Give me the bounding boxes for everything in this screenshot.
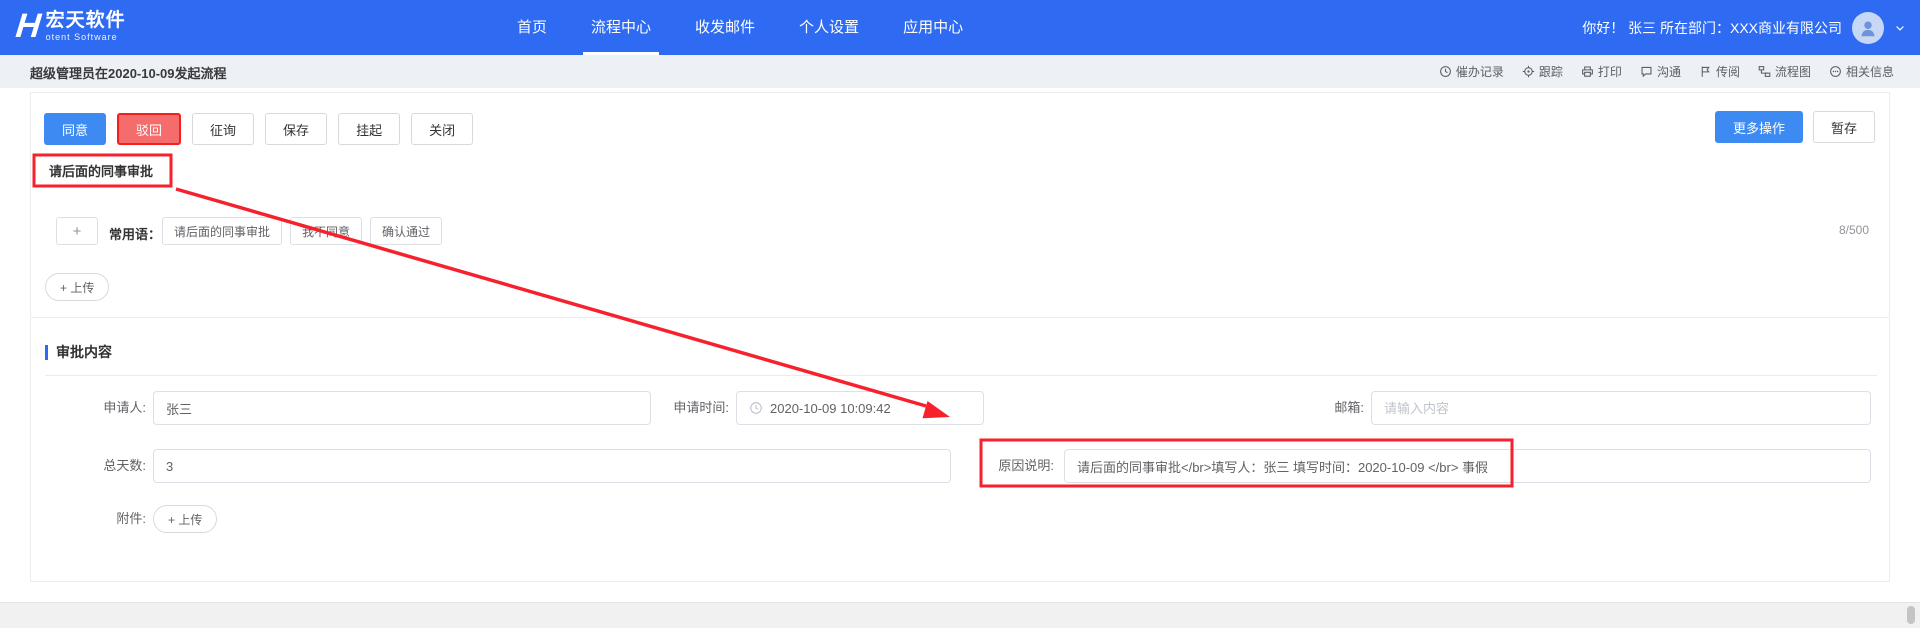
brand-subtitle: otent Software: [46, 32, 126, 42]
top-nav: H 宏天软件 otent Software 首页 流程中心 收发邮件 个人设置 …: [0, 0, 1920, 55]
reason-label: 原因说明:: [956, 449, 1054, 483]
save-button[interactable]: 保存: [265, 113, 327, 145]
section-accent-bar: [45, 345, 48, 360]
scrollbar-thumb[interactable]: [1907, 606, 1915, 624]
section-header: 审批内容: [45, 342, 112, 362]
total-days-field[interactable]: [153, 449, 951, 483]
phrase-chip[interactable]: 请后面的同事审批: [162, 217, 282, 245]
section-title: 审批内容: [56, 342, 112, 362]
action-reminder-record[interactable]: 催办记录: [1439, 63, 1504, 80]
approval-card: 同意 驳回 征询 保存 挂起 关闭 更多操作 暂存 请后面的同事审批 + 常用语…: [30, 92, 1890, 582]
attachment-label: 附件:: [61, 502, 146, 536]
clock-icon: [749, 401, 763, 415]
action-related-info[interactable]: 相关信息: [1829, 63, 1894, 80]
char-counter: 8/500: [1839, 223, 1869, 237]
reason-field[interactable]: [1064, 449, 1871, 483]
nav-item-app-center[interactable]: 应用中心: [881, 0, 985, 55]
section-divider: [45, 375, 1877, 376]
flag-icon: [1699, 65, 1712, 78]
nav-item-home[interactable]: 首页: [495, 0, 569, 55]
agree-button[interactable]: 同意: [44, 113, 106, 145]
consult-button[interactable]: 征询: [192, 113, 254, 145]
brand-name: 宏天软件: [46, 10, 126, 32]
chevron-down-icon[interactable]: [1894, 22, 1906, 34]
email-label: 邮箱:: [1271, 391, 1364, 425]
user-greeting: 你好！ 张三 所在部门：XXX商业有限公司: [1582, 18, 1842, 38]
brand-logo[interactable]: H 宏天软件 otent Software: [16, 6, 126, 46]
common-phrases-label: 常用语：: [109, 224, 161, 243]
more-actions-button[interactable]: 更多操作: [1715, 111, 1803, 143]
applicant-field[interactable]: [153, 391, 651, 425]
printer-icon: [1581, 65, 1594, 78]
flowchart-icon: [1758, 65, 1771, 78]
action-track[interactable]: 跟踪: [1522, 63, 1563, 80]
clock-icon: [1439, 65, 1452, 78]
reject-button[interactable]: 驳回: [117, 113, 181, 145]
email-field[interactable]: [1371, 391, 1871, 425]
apply-time-field[interactable]: 2020-10-09 10:09:42: [736, 391, 984, 425]
opinion-upload-button[interactable]: + 上传: [45, 273, 109, 301]
suspend-button[interactable]: 挂起: [338, 113, 400, 145]
total-days-label: 总天数:: [61, 449, 146, 483]
nav-item-mail[interactable]: 收发邮件: [673, 0, 777, 55]
chat-icon: [1640, 65, 1653, 78]
action-print[interactable]: 打印: [1581, 63, 1622, 80]
main-menu: 首页 流程中心 收发邮件 个人设置 应用中心: [495, 0, 985, 55]
bottom-scroll-area: [0, 602, 1920, 628]
process-title: 超级管理员在2020-10-09发起流程: [30, 63, 227, 82]
user-icon: [1857, 17, 1879, 39]
logo-mark: H: [14, 6, 43, 46]
avatar[interactable]: [1852, 12, 1884, 44]
panel-divider: [31, 317, 1889, 318]
action-communicate[interactable]: 沟通: [1640, 63, 1681, 80]
target-icon: [1522, 65, 1535, 78]
phrase-chip[interactable]: 我不同意: [290, 217, 362, 245]
applicant-label: 申请人:: [61, 391, 146, 425]
opinion-text: 请后面的同事审批: [49, 161, 153, 180]
add-phrase-button[interactable]: +: [56, 217, 98, 245]
apply-time-label: 申请时间:: [629, 391, 729, 425]
info-bar: 超级管理员在2020-10-09发起流程 催办记录 跟踪 打印 沟通 传阅 流程…: [0, 55, 1920, 88]
nav-item-personal-settings[interactable]: 个人设置: [777, 0, 881, 55]
opinion-footer: + 常用语： 请后面的同事审批 我不同意 确认通过 8/500: [31, 213, 1889, 253]
nav-item-process-center[interactable]: 流程中心: [569, 0, 673, 55]
attachment-upload-button[interactable]: + 上传: [153, 505, 217, 533]
action-toolbar: 同意 驳回 征询 保存 挂起 关闭: [44, 113, 473, 145]
apply-time-value: 2020-10-09 10:09:42: [770, 401, 891, 416]
info-dots-icon: [1829, 65, 1842, 78]
close-button[interactable]: 关闭: [411, 113, 473, 145]
action-flow-diagram[interactable]: 流程图: [1758, 63, 1811, 80]
stash-button[interactable]: 暂存: [1813, 111, 1875, 143]
phrase-chip[interactable]: 确认通过: [370, 217, 442, 245]
action-circulate[interactable]: 传阅: [1699, 63, 1740, 80]
